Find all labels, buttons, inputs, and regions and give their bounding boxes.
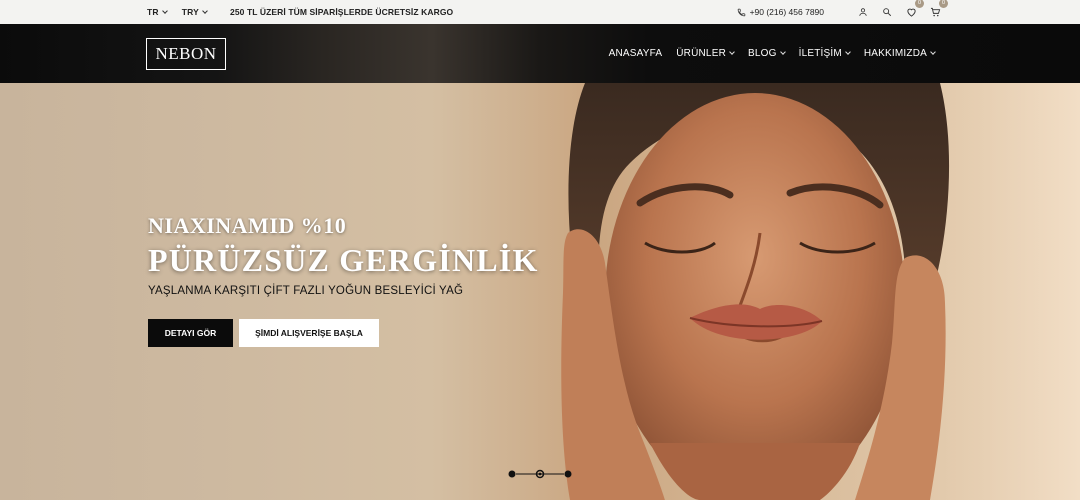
nav-item-contact[interactable]: İLETİŞİM — [798, 48, 851, 59]
hero-slider: NIAXINAMID %10 PÜRÜZSÜZ GERGİNLİK YAŞLAN… — [0, 83, 1080, 500]
main-nav: ANASAYFA ÜRÜNLER BLOG İLETİŞİM HAKKIMIZD… — [595, 24, 936, 83]
top-bar-right: +90 (216) 456 7890 0 0 — [737, 0, 948, 24]
site-logo[interactable]: NEBON — [146, 38, 226, 70]
cart-count-badge: 0 — [939, 0, 948, 8]
nav-item-label: BLOG — [748, 48, 777, 59]
chevron-down-icon — [779, 49, 786, 55]
hero-title: PÜRÜZSÜZ GERGİNLİK — [148, 242, 539, 278]
currency-label: TRY — [181, 7, 200, 17]
hero-subtitle: NIAXINAMID %10 — [148, 213, 347, 238]
chevron-down-icon — [202, 7, 208, 14]
hero-buttons: DETAYI GÖR ŞİMDİ ALIŞVERİŞE BAŞLA — [148, 319, 379, 347]
account-button[interactable] — [856, 5, 870, 19]
user-icon — [859, 8, 867, 16]
heart-icon — [906, 8, 916, 17]
slider-dot-2-inner — [538, 472, 542, 476]
search-button[interactable] — [880, 5, 894, 19]
wishlist-count-badge: 0 — [915, 0, 924, 8]
hero-text-block: NIAXINAMID %10 PÜRÜZSÜZ GERGİNLİK YAŞLAN… — [148, 213, 539, 297]
language-selector[interactable]: TR — [147, 7, 168, 17]
phone-icon — [737, 8, 745, 16]
nav-item-home[interactable]: ANASAYFA — [609, 48, 663, 59]
nav-item-label: ANASAYFA — [608, 48, 663, 59]
phone-number: +90 (216) 456 7890 — [749, 7, 824, 17]
nav-item-label: İLETİŞİM — [798, 48, 842, 59]
nav-item-products[interactable]: ÜRÜNLER — [676, 48, 735, 59]
nav-item-about[interactable]: HAKKIMIZDA — [863, 48, 936, 59]
nav-item-blog[interactable]: BLOG — [748, 48, 786, 59]
chevron-down-icon — [930, 49, 936, 55]
currency-selector[interactable]: TRY — [181, 7, 208, 17]
hero-description: YAŞLANMA KARŞITI ÇİFT FAZLI YOĞUN BESLEY… — [148, 285, 464, 297]
chevron-down-icon — [161, 7, 168, 14]
phone-link[interactable]: +90 (216) 456 7890 — [737, 7, 824, 17]
shipping-promo-text: 250 TL ÜZERİ TÜM SİPARİŞLERDE ÜCRETSİZ K… — [230, 7, 454, 17]
slider-dot-3[interactable] — [564, 470, 572, 478]
slider-dot-1[interactable] — [508, 470, 516, 478]
nav-item-label: ÜRÜNLER — [676, 48, 726, 59]
language-label: TR — [147, 7, 159, 17]
cart-button[interactable]: 0 — [928, 0, 948, 19]
slider-pagination — [508, 469, 572, 479]
chevron-down-icon — [729, 49, 735, 55]
top-bar-left: TR TRY 250 TL ÜZERİ TÜM SİPARİŞLERDE ÜCR… — [147, 0, 453, 24]
start-shopping-button[interactable]: ŞİMDİ ALIŞVERİŞE BAŞLA — [239, 319, 379, 347]
main-header: NEBON ANASAYFA ÜRÜNLER BLOG İLETİŞİM HAK… — [0, 24, 1080, 83]
search-icon — [883, 8, 892, 17]
cart-icon — [930, 7, 940, 17]
wishlist-button[interactable]: 0 — [904, 0, 924, 19]
chevron-down-icon — [845, 49, 851, 55]
view-details-button[interactable]: DETAYI GÖR — [148, 319, 233, 347]
nav-item-label: HAKKIMIZDA — [863, 48, 927, 59]
top-bar: TR TRY 250 TL ÜZERİ TÜM SİPARİŞLERDE ÜCR… — [0, 0, 1080, 24]
